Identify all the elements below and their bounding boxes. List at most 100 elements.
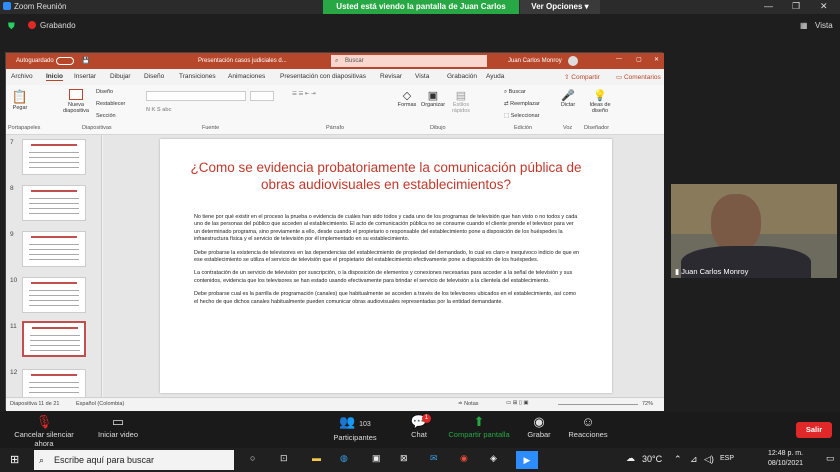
- share-screen-button[interactable]: ⬆ Compartir pantalla: [444, 414, 514, 439]
- tab-3[interactable]: Dibujar: [110, 73, 131, 80]
- tab-1[interactable]: Inicio: [46, 73, 63, 81]
- save-icon[interactable]: 💾: [82, 57, 89, 64]
- clock-date[interactable]: 08/10/2021: [768, 460, 803, 467]
- arrange-button[interactable]: ▣ Organizar: [420, 89, 446, 108]
- view-button[interactable]: Vista: [815, 21, 833, 30]
- comments-button[interactable]: ▭ Comentarios: [616, 73, 661, 81]
- thumb-text-line: [29, 203, 79, 204]
- section-button[interactable]: Sección: [96, 113, 116, 119]
- zoom-level[interactable]: 72%: [642, 401, 653, 407]
- language-status[interactable]: Español (Colombia): [76, 401, 124, 407]
- slide-thumbnails: 7 8 9 10 11 12: [6, 135, 102, 405]
- view-mode-buttons[interactable]: ▭ ⊞ ▯ ▣: [506, 400, 529, 406]
- tab-7[interactable]: Presentación con diapositivas: [280, 73, 366, 80]
- document-title: Presentación casos judiciales d...: [198, 58, 287, 64]
- font-size-select[interactable]: [250, 91, 274, 101]
- slide-thumbnail[interactable]: [22, 139, 86, 175]
- search-icon: ⌕: [335, 58, 339, 64]
- close-icon[interactable]: ✕: [654, 56, 659, 63]
- find-button[interactable]: ⌕ Buscar: [504, 89, 526, 96]
- autosave-toggle[interactable]: [56, 57, 74, 65]
- microphone-icon: 🎤: [561, 90, 575, 102]
- font-format-buttons[interactable]: N K S abc: [146, 107, 172, 113]
- edge-icon[interactable]: ◍: [340, 453, 348, 464]
- minimize-icon[interactable]: —: [616, 56, 622, 62]
- app-icon[interactable]: ◈: [490, 453, 497, 464]
- view-options-button[interactable]: Ver Opciones ▾: [520, 0, 600, 14]
- slide-thumbnail-selected[interactable]: [22, 321, 86, 357]
- ppt-title-bar: Autoguardado 💾 Presentación casos judici…: [6, 53, 664, 69]
- participant-name: ▮ Juan Carlos Monroy: [675, 267, 749, 276]
- language-indicator[interactable]: ESP: [720, 455, 734, 462]
- volume-icon[interactable]: ◁): [704, 454, 714, 465]
- reactions-button[interactable]: ☺ Reacciones: [566, 414, 610, 439]
- tab-2[interactable]: Insertar: [74, 73, 96, 80]
- grid-icon[interactable]: ▦: [800, 21, 808, 30]
- tab-4[interactable]: Diseño: [144, 73, 164, 80]
- clock-time[interactable]: 12:48 p. m.: [768, 450, 803, 457]
- replace-button[interactable]: ⇄ Reemplazar: [504, 101, 540, 107]
- participants-button[interactable]: 👥 103 Participantes: [330, 414, 380, 442]
- slide-paragraph: Debe probarse cual es la parrilla de pro…: [194, 291, 577, 305]
- shapes-button[interactable]: ◇ Formas: [396, 89, 418, 108]
- record-button[interactable]: ◉ Grabar: [524, 414, 554, 439]
- thumb-text-line: [29, 290, 79, 291]
- participant-video[interactable]: ▮ Juan Carlos Monroy: [671, 184, 837, 278]
- record-dot-icon: [28, 21, 36, 29]
- search-box[interactable]: ⌕ Buscar: [331, 55, 487, 67]
- zoom-slider[interactable]: [558, 404, 638, 405]
- tab-6[interactable]: Animaciones: [228, 73, 265, 80]
- zoom-taskbar-icon[interactable]: ▶: [516, 451, 538, 469]
- leave-button[interactable]: Salir: [796, 422, 832, 438]
- weather-icon: ☁: [626, 453, 635, 463]
- taskbar-search[interactable]: ⌕ Escribe aquí para buscar: [34, 450, 234, 470]
- tab-10[interactable]: Grabación: [447, 73, 477, 80]
- avatar[interactable]: [568, 56, 578, 66]
- thumb-number: 9: [10, 231, 14, 238]
- share-button[interactable]: ⇧ Compartir: [564, 73, 600, 81]
- chrome-icon[interactable]: ◉: [460, 453, 468, 464]
- tab-11[interactable]: Ayuda: [486, 73, 504, 80]
- quick-styles-button[interactable]: ▤ Estilos rápidos: [448, 89, 474, 114]
- tab-0[interactable]: Archivo: [11, 73, 33, 80]
- tab-8[interactable]: Revisar: [380, 73, 402, 80]
- font-family-select[interactable]: [146, 91, 246, 101]
- task-view-icon[interactable]: ○: [250, 453, 255, 463]
- file-explorer-icon[interactable]: ▬: [312, 453, 321, 463]
- design-ideas-button[interactable]: 💡 Ideas de diseño: [586, 89, 614, 114]
- restore-icon[interactable]: ▢: [636, 56, 642, 63]
- thumb-title-line: [32, 327, 78, 329]
- group-label: Diapositivas: [82, 125, 112, 131]
- store-icon[interactable]: ▣: [372, 453, 381, 464]
- restore-icon[interactable]: ❐: [792, 1, 800, 12]
- notes-button[interactable]: ≐ Notas: [458, 401, 479, 407]
- network-icon[interactable]: ⊿: [690, 454, 698, 465]
- layout-button[interactable]: Diseño: [96, 89, 113, 95]
- dictate-button[interactable]: 🎤 Dictar: [558, 89, 578, 108]
- new-slide-button[interactable]: Nueva diapositiva: [58, 89, 94, 114]
- paragraph-buttons[interactable]: ☰ ☰ ⇤ ⇥: [292, 91, 316, 97]
- slide-thumbnail[interactable]: [22, 185, 86, 221]
- reactions-icon: ☺: [581, 414, 595, 429]
- close-icon[interactable]: ✕: [820, 1, 828, 12]
- mail-icon[interactable]: ✉: [430, 453, 438, 464]
- widgets-icon[interactable]: ⊡: [280, 453, 288, 464]
- slide-thumbnail[interactable]: [22, 231, 86, 267]
- select-button[interactable]: ⬚ Seleccionar: [504, 113, 539, 119]
- unmute-button[interactable]: 🎙 Cancelar silenciar ahora: [4, 414, 84, 448]
- tab-5[interactable]: Transiciones: [179, 73, 216, 80]
- record-icon: ◉: [533, 414, 545, 429]
- current-slide[interactable]: ¿Como se evidencia probatoriamente la co…: [160, 139, 612, 393]
- thumb-number: 11: [10, 323, 17, 330]
- thumb-text-line: [29, 249, 79, 250]
- minimize-icon[interactable]: —: [764, 1, 773, 11]
- tab-9[interactable]: Vista: [415, 73, 429, 80]
- paste-button[interactable]: 📋 Pegar: [10, 89, 30, 111]
- reset-button[interactable]: Restablecer: [96, 101, 125, 107]
- windows-start-icon[interactable]: ⊞: [10, 453, 19, 466]
- start-video-button[interactable]: ▭ Iniciar video: [94, 414, 142, 439]
- app-icon[interactable]: ⊠: [400, 453, 408, 464]
- tray-chevron-icon[interactable]: ⌃: [674, 454, 682, 465]
- notifications-icon[interactable]: ▭: [826, 453, 835, 464]
- slide-thumbnail[interactable]: [22, 277, 86, 313]
